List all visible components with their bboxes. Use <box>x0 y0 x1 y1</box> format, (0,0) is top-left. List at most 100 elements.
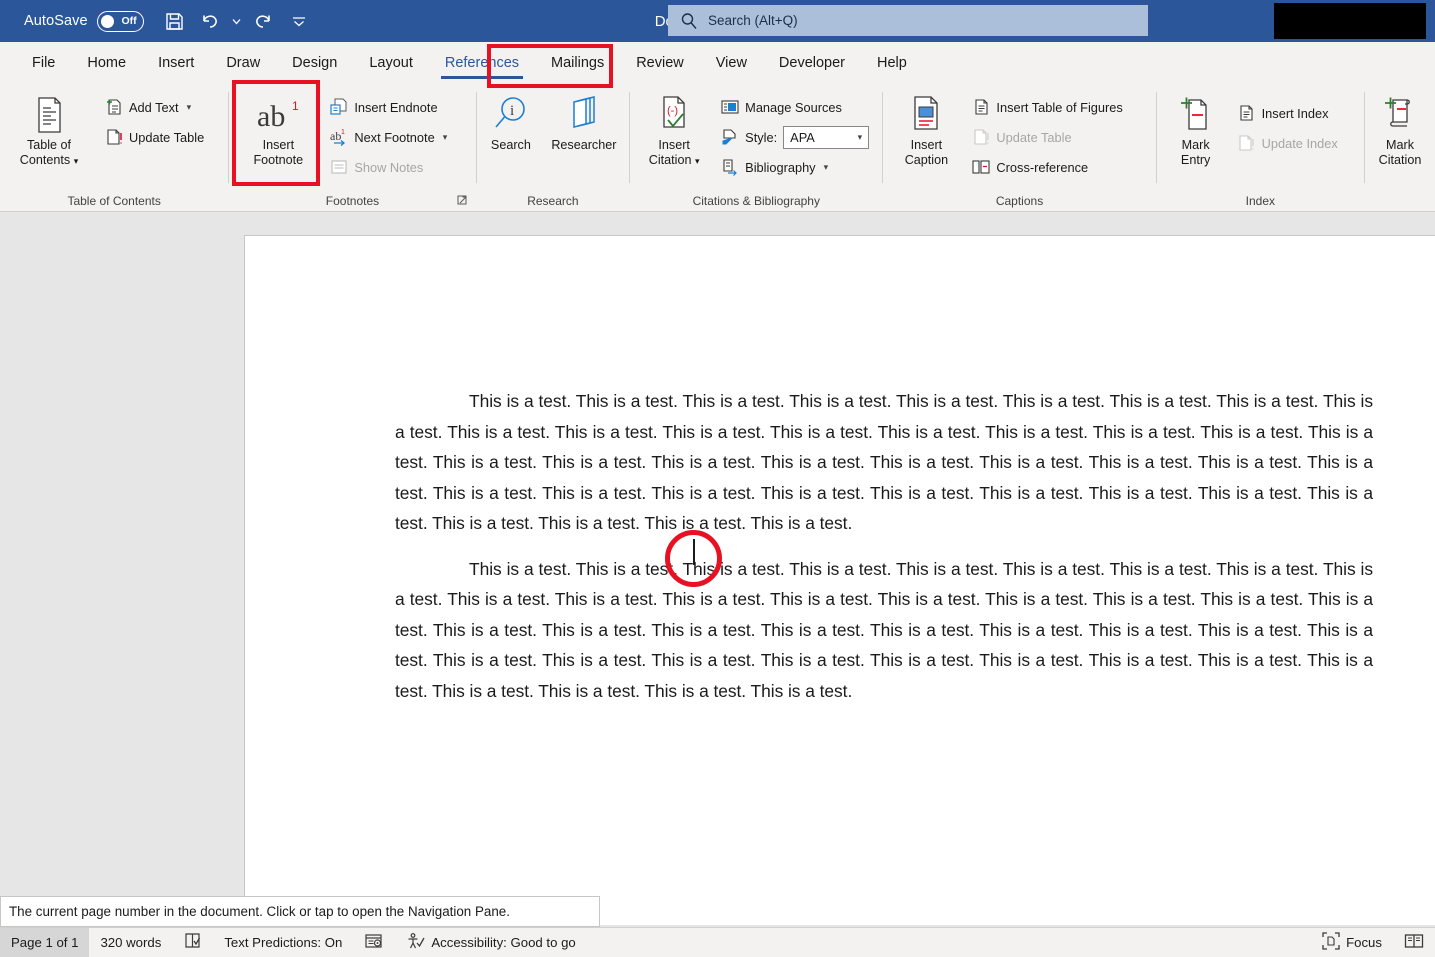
group-label-table-of-authorities <box>1365 190 1435 212</box>
status-bar: Page 1 of 1 320 words Text Predictions: … <box>0 927 1435 957</box>
update-table-label: Update Table <box>129 130 204 145</box>
add-text-button[interactable]: Add Text ▾ <box>98 92 210 122</box>
status-read-mode[interactable] <box>1393 928 1435 957</box>
researcher-label: Researcher <box>551 138 616 153</box>
focus-icon <box>1322 932 1340 953</box>
tab-draw[interactable]: Draw <box>210 42 276 84</box>
insert-citation-label: Insert Citation ▾ <box>649 138 700 169</box>
undo-dropdown-icon[interactable] <box>230 6 244 36</box>
insert-citation-button[interactable]: (-) Insert Citation ▾ <box>636 90 712 169</box>
page-content[interactable]: This is a test. This is a test. This is … <box>245 236 1435 706</box>
update-index-button: Update Index <box>1231 128 1344 158</box>
update-table-button[interactable]: Update Table <box>98 122 210 152</box>
search-input[interactable]: Search (Alt+Q) <box>668 5 1148 36</box>
table-of-contents-button[interactable]: Table of Contents ▾ <box>10 90 88 169</box>
cross-reference-icon <box>971 158 990 177</box>
tab-review[interactable]: Review <box>620 42 700 84</box>
table-of-contents-icon <box>31 94 67 134</box>
status-display-settings[interactable] <box>353 928 395 957</box>
mark-entry-button[interactable]: Mark Entry <box>1163 90 1229 168</box>
search-placeholder: Search (Alt+Q) <box>708 13 798 28</box>
style-row: Style: APA ▾ <box>714 122 875 152</box>
insert-endnote-button[interactable]: Insert Endnote <box>323 92 453 122</box>
status-accessibility[interactable]: Accessibility: Good to go <box>395 928 586 957</box>
add-text-label: Add Text <box>129 100 179 115</box>
ribbon-group-citations-and-bibliography: (-) Insert Citation ▾ Manage Sources <box>630 84 882 212</box>
bibliography-caret-icon[interactable]: ▾ <box>824 162 829 173</box>
ribbon-group-research: i Search Researcher Research <box>477 84 630 212</box>
insert-index-button[interactable]: Insert Index <box>1231 98 1344 128</box>
next-footnote-label: Next Footnote <box>354 130 434 145</box>
researcher-icon <box>564 94 604 134</box>
quick-access-toolbar <box>158 6 316 36</box>
status-page-number[interactable]: Page 1 of 1 <box>0 928 89 957</box>
paragraph-1[interactable]: This is a test. This is a test. This is … <box>395 386 1373 539</box>
next-footnote-button[interactable]: ab1 Next Footnote ▾ <box>323 122 453 152</box>
table-of-contents-label: Table of Contents ▾ <box>20 138 78 169</box>
status-proofing[interactable] <box>172 928 213 957</box>
update-table-figures-label: Update Table <box>996 130 1071 145</box>
cross-reference-button[interactable]: Cross-reference <box>965 152 1128 182</box>
search-icon <box>680 12 698 30</box>
paragraph-2[interactable]: This is a test. This is a test. This is … <box>395 554 1373 707</box>
svg-text:1: 1 <box>341 129 345 136</box>
citation-style-select[interactable]: APA ▾ <box>783 126 869 149</box>
tab-layout[interactable]: Layout <box>353 42 429 84</box>
insert-footnote-button[interactable]: ab1 Insert Footnote <box>237 90 319 168</box>
document-page[interactable]: This is a test. This is a test. This is … <box>244 235 1435 925</box>
status-text-predictions[interactable]: Text Predictions: On <box>213 928 353 957</box>
autosave-toggle[interactable]: Off <box>97 11 144 32</box>
insert-table-of-figures-label: Insert Table of Figures <box>996 100 1122 115</box>
group-label-research: Research <box>477 190 630 212</box>
footnotes-dialog-launcher-icon[interactable] <box>456 194 470 208</box>
style-icon <box>720 128 739 147</box>
tab-help[interactable]: Help <box>861 42 923 84</box>
add-text-caret-icon[interactable]: ▾ <box>187 102 192 113</box>
redo-icon[interactable] <box>246 6 280 36</box>
next-footnote-caret-icon[interactable]: ▾ <box>443 132 448 143</box>
manage-sources-button[interactable]: Manage Sources <box>714 92 875 122</box>
svg-text:ab: ab <box>257 100 285 133</box>
mark-citation-button[interactable]: Mark Citation <box>1365 90 1435 168</box>
citation-style-value: APA <box>790 130 815 145</box>
ribbon-group-footnotes: ab1 Insert Footnote Insert Endnote <box>229 84 475 212</box>
status-focus-label: Focus <box>1346 935 1382 950</box>
insert-caption-button[interactable]: Insert Caption <box>889 90 963 168</box>
tab-developer[interactable]: Developer <box>763 42 861 84</box>
bibliography-button[interactable]: Bibliography ▾ <box>714 152 875 182</box>
researcher-button[interactable]: Researcher <box>542 90 626 153</box>
show-notes-label: Show Notes <box>354 160 423 175</box>
bibliography-label: Bibliography <box>745 160 815 175</box>
insert-endnote-label: Insert Endnote <box>354 100 437 115</box>
insert-table-of-figures-icon <box>971 98 990 117</box>
status-focus-mode[interactable]: Focus <box>1311 928 1393 957</box>
autosave-control[interactable]: AutoSave Off <box>24 11 144 32</box>
update-index-label: Update Index <box>1262 136 1338 151</box>
insert-table-of-figures-button[interactable]: Insert Table of Figures <box>965 92 1128 122</box>
ribbon-tab-strip: File Home Insert Draw Design Layout Refe… <box>0 42 1435 84</box>
tab-file[interactable]: File <box>16 42 71 84</box>
tab-references[interactable]: References <box>429 42 535 84</box>
status-words-label: 320 words <box>100 935 161 950</box>
status-page-label: Page 1 of 1 <box>11 935 78 950</box>
footnotes-small-buttons: Insert Endnote ab1 Next Footnote ▾ Show <box>323 90 453 182</box>
citations-small-buttons: Manage Sources Style: APA ▾ <box>714 90 875 182</box>
update-index-icon <box>1237 134 1256 153</box>
document-canvas[interactable]: This is a test. This is a test. This is … <box>0 212 1435 925</box>
ribbon-group-table-of-contents: Table of Contents ▾ Add Text ▾ <box>0 84 228 212</box>
style-label: Style: <box>745 130 777 145</box>
tab-home[interactable]: Home <box>71 42 142 84</box>
tab-insert[interactable]: Insert <box>142 42 210 84</box>
insert-index-label: Insert Index <box>1262 106 1329 121</box>
tab-design[interactable]: Design <box>276 42 353 84</box>
tab-mailings[interactable]: Mailings <box>535 42 620 84</box>
index-small-buttons: Insert Index Update Index <box>1231 90 1344 158</box>
search-researcher-button[interactable]: i Search <box>480 90 542 153</box>
undo-icon[interactable] <box>194 6 228 36</box>
customize-quick-access-icon[interactable] <box>282 6 316 36</box>
status-right-group: Focus <box>1311 928 1435 957</box>
save-icon[interactable] <box>158 6 192 36</box>
status-word-count[interactable]: 320 words <box>89 928 172 957</box>
tab-view[interactable]: View <box>700 42 763 84</box>
autosave-state-label: Off <box>122 15 137 27</box>
